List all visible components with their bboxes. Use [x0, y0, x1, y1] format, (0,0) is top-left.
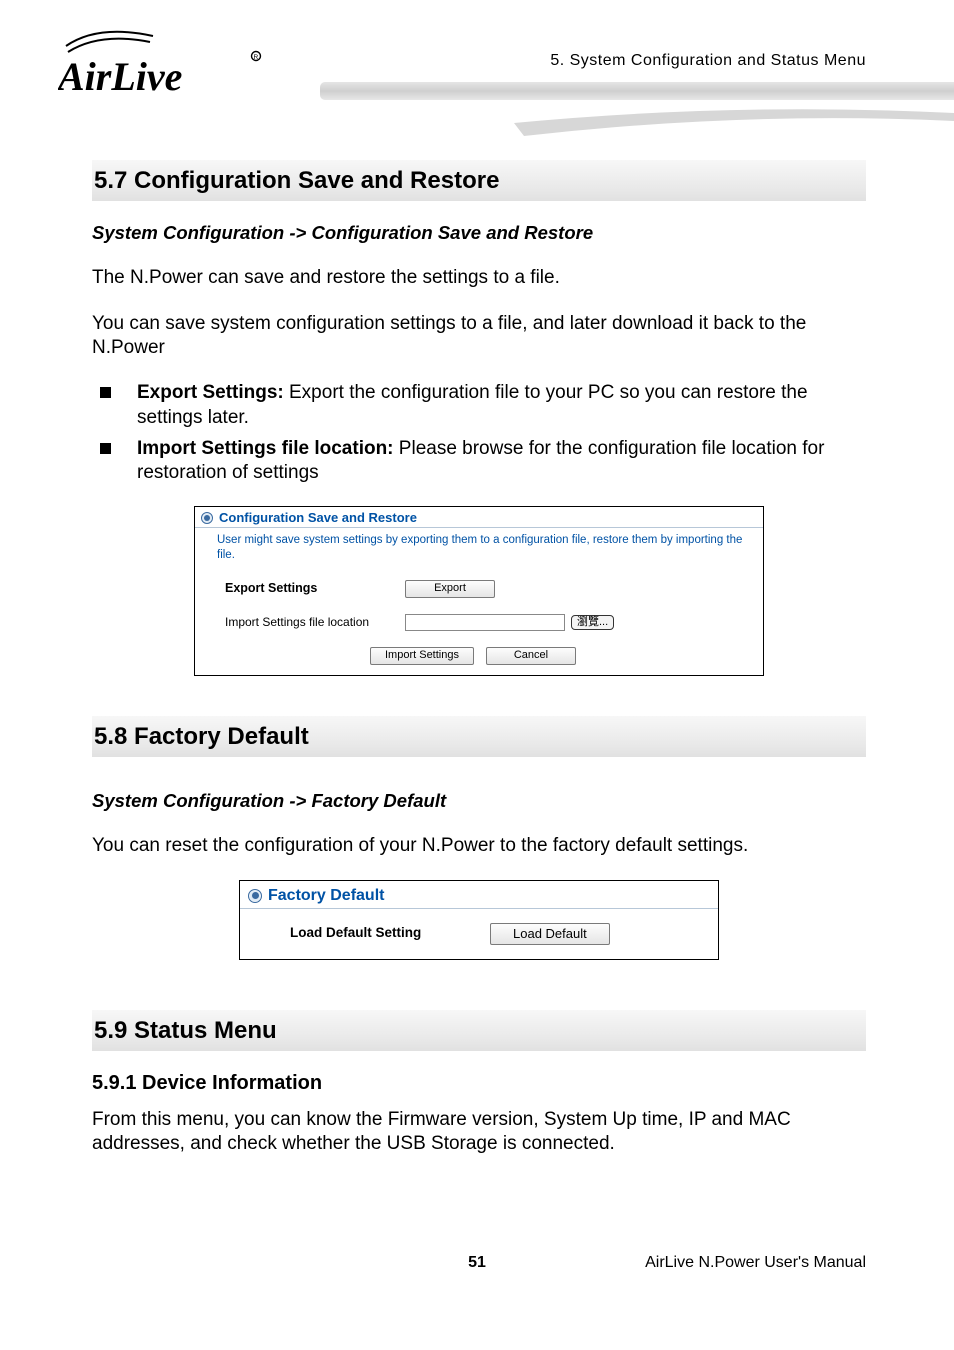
ss2-header: Factory Default	[240, 881, 718, 909]
export-settings-label: Export Settings	[225, 581, 405, 597]
svg-text:AirLive: AirLive	[58, 54, 182, 99]
breadcrumb-5-7: System Configuration -> Configuration Sa…	[92, 221, 866, 244]
ss1-description: User might save system settings by expor…	[195, 528, 763, 572]
browse-button[interactable]: 瀏覽...	[571, 615, 614, 631]
sec58-p1: You can reset the configuration of your …	[92, 834, 866, 858]
sec57-p1: The N.Power can save and restore the set…	[92, 266, 866, 290]
cancel-button[interactable]: Cancel	[486, 647, 576, 665]
page-header: AirLive R 5. System Configuration and St…	[0, 0, 954, 130]
ss1-export-row: Export Settings Export	[195, 572, 763, 606]
ss2-title: Factory Default	[268, 886, 384, 906]
section-5-7-title: 5.7 Configuration Save and Restore	[92, 160, 866, 201]
ss1-import-row: Import Settings file location 瀏覽...	[195, 606, 763, 639]
radio-icon	[248, 889, 262, 903]
ss2-row: Load Default Setting Load Default	[240, 909, 718, 959]
ss1-header: Configuration Save and Restore	[195, 507, 763, 528]
export-button[interactable]: Export	[405, 580, 495, 598]
import-settings-button[interactable]: Import Settings	[370, 647, 474, 665]
sec59-p1: From this menu, you can know the Firmwar…	[92, 1108, 866, 1156]
import-file-input[interactable]	[405, 614, 565, 631]
radio-icon	[201, 512, 213, 524]
bullet-import-settings: Import Settings file location: Please br…	[92, 437, 866, 486]
load-default-button[interactable]: Load Default	[490, 923, 610, 945]
screenshot-factory-default: Factory Default Load Default Setting Loa…	[239, 880, 719, 960]
header-sweep	[514, 108, 954, 138]
bullet-import-label: Import Settings file location:	[137, 438, 394, 459]
airlive-logo: AirLive R	[58, 28, 268, 111]
section-5-9-title: 5.9 Status Menu	[92, 1010, 866, 1051]
sec57-bullets: Export Settings: Export the configuratio…	[92, 381, 866, 486]
manual-title: AirLive N.Power User's Manual	[645, 1254, 866, 1272]
section-5-9-1-title: 5.9.1 Device Information	[92, 1071, 866, 1096]
page-content: 5.7 Configuration Save and Restore Syste…	[0, 130, 954, 1155]
page-footer: 51 AirLive N.Power User's Manual	[0, 1254, 954, 1272]
screenshot-config-save-restore: Configuration Save and Restore User migh…	[194, 506, 764, 676]
header-band	[320, 82, 954, 100]
ss1-action-row: Import Settings Cancel	[195, 639, 763, 675]
header-chapter-text: 5. System Configuration and Status Menu	[550, 52, 866, 70]
load-default-label: Load Default Setting	[290, 925, 490, 942]
bullet-export-settings: Export Settings: Export the configuratio…	[92, 381, 866, 430]
import-location-label: Import Settings file location	[225, 615, 405, 630]
breadcrumb-5-8: System Configuration -> Factory Default	[92, 789, 866, 812]
page-number: 51	[468, 1254, 486, 1272]
sec57-p2: You can save system configuration settin…	[92, 312, 866, 360]
section-5-8-title: 5.8 Factory Default	[92, 716, 866, 757]
bullet-export-label: Export Settings:	[137, 382, 284, 403]
ss1-title: Configuration Save and Restore	[219, 510, 417, 526]
svg-text:R: R	[254, 54, 259, 61]
